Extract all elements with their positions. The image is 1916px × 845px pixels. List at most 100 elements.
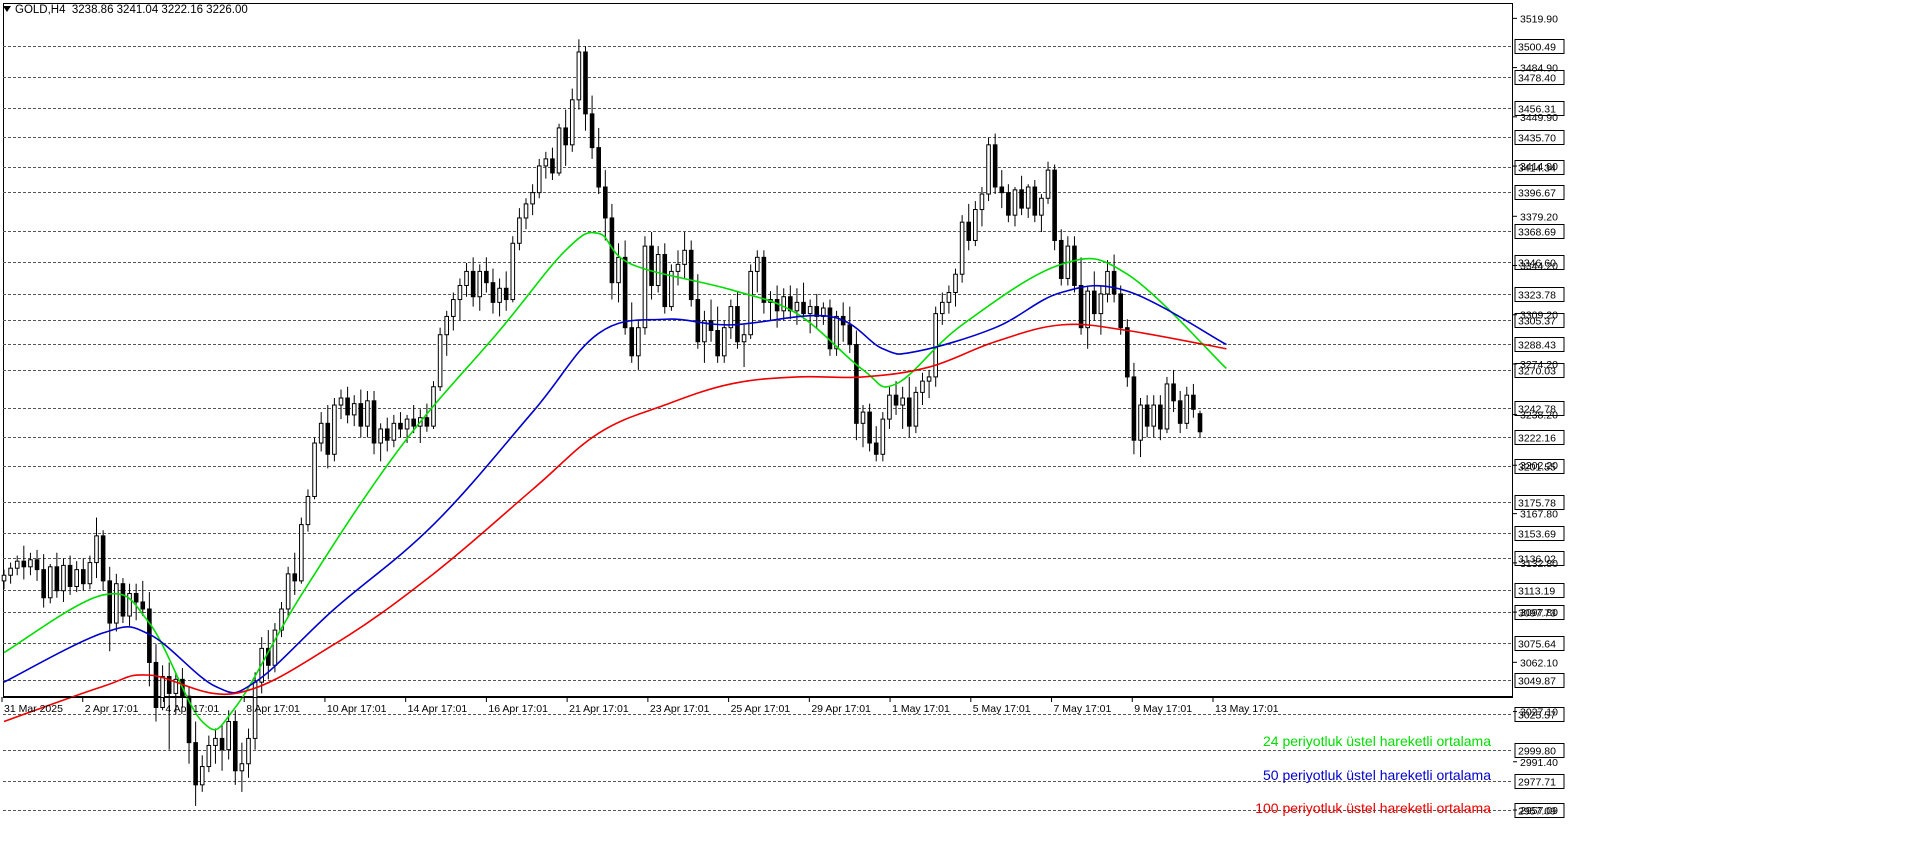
candle[interactable] xyxy=(1039,194,1044,233)
candle[interactable] xyxy=(860,405,866,448)
price-chart[interactable]: 3500.493478.403456.313435.703414.343396.… xyxy=(0,0,1916,840)
candle[interactable] xyxy=(1032,179,1038,223)
candle[interactable] xyxy=(1138,398,1143,458)
candle[interactable] xyxy=(517,208,522,251)
candle[interactable] xyxy=(563,109,568,166)
candle[interactable] xyxy=(1052,164,1057,251)
candle[interactable] xyxy=(199,755,205,792)
candle[interactable] xyxy=(1072,236,1077,293)
candle[interactable] xyxy=(655,246,661,293)
candle[interactable] xyxy=(305,489,311,532)
candle[interactable] xyxy=(1078,257,1084,335)
candle[interactable] xyxy=(708,299,714,342)
candle[interactable] xyxy=(114,573,119,632)
candle[interactable] xyxy=(100,530,106,591)
candle[interactable] xyxy=(966,203,972,251)
candle[interactable] xyxy=(1085,285,1090,349)
candle[interactable] xyxy=(695,274,701,349)
candle[interactable] xyxy=(827,299,833,356)
candle[interactable] xyxy=(464,262,469,297)
candle[interactable] xyxy=(781,288,787,321)
candle[interactable] xyxy=(206,735,212,773)
candle[interactable] xyxy=(821,302,826,325)
candle[interactable] xyxy=(457,278,463,321)
candle[interactable] xyxy=(774,285,780,328)
candle[interactable] xyxy=(840,302,846,342)
candle[interactable] xyxy=(140,580,146,617)
candle[interactable] xyxy=(847,306,853,353)
candle[interactable] xyxy=(953,268,958,307)
candle[interactable] xyxy=(636,320,641,370)
candle[interactable] xyxy=(120,578,126,624)
candle[interactable] xyxy=(1006,184,1011,223)
candle[interactable] xyxy=(34,549,40,581)
candle[interactable] xyxy=(510,236,516,303)
candle[interactable] xyxy=(986,137,991,202)
candle[interactable] xyxy=(1058,229,1064,286)
candle[interactable] xyxy=(1191,383,1196,418)
candles[interactable] xyxy=(1,39,1203,806)
candle[interactable] xyxy=(1197,410,1203,438)
candle[interactable] xyxy=(801,282,806,320)
candle[interactable] xyxy=(160,665,165,711)
candle[interactable] xyxy=(735,291,740,349)
candle[interactable] xyxy=(1019,175,1024,216)
candle[interactable] xyxy=(451,292,456,331)
candle[interactable] xyxy=(682,232,687,279)
candle[interactable] xyxy=(213,728,218,764)
candle[interactable] xyxy=(1,569,7,590)
candle[interactable] xyxy=(1025,184,1031,218)
candle[interactable] xyxy=(490,268,496,314)
candle[interactable] xyxy=(133,583,139,621)
candle[interactable] xyxy=(371,390,377,455)
dropdown-triangle-icon[interactable] xyxy=(3,6,11,12)
candle[interactable] xyxy=(358,389,364,438)
candle[interactable] xyxy=(87,555,93,590)
candle[interactable] xyxy=(232,710,238,785)
candle[interactable] xyxy=(74,561,79,593)
candle[interactable] xyxy=(920,372,925,406)
candle[interactable] xyxy=(477,264,483,311)
candle[interactable] xyxy=(788,285,793,320)
candle[interactable] xyxy=(926,369,932,399)
candle[interactable] xyxy=(398,412,403,438)
candle[interactable] xyxy=(1118,285,1124,335)
candle[interactable] xyxy=(688,240,694,307)
candle[interactable] xyxy=(1045,161,1051,204)
candle[interactable] xyxy=(47,563,53,604)
candle[interactable] xyxy=(973,201,978,247)
candle[interactable] xyxy=(609,203,615,300)
candle[interactable] xyxy=(999,170,1005,209)
candle[interactable] xyxy=(854,330,859,441)
candle[interactable] xyxy=(299,517,304,584)
candle[interactable] xyxy=(94,517,99,579)
candle[interactable] xyxy=(325,405,331,469)
candle[interactable] xyxy=(444,310,450,356)
candle[interactable] xyxy=(669,264,674,311)
candle[interactable] xyxy=(906,376,912,438)
candle[interactable] xyxy=(880,412,886,462)
candle[interactable] xyxy=(543,151,549,179)
candle[interactable] xyxy=(437,327,443,391)
candle[interactable] xyxy=(662,243,668,314)
candle[interactable] xyxy=(285,566,291,617)
candle[interactable] xyxy=(741,324,747,368)
candle[interactable] xyxy=(351,395,357,427)
candle[interactable] xyxy=(748,264,753,339)
candle[interactable] xyxy=(1065,236,1071,286)
candle[interactable] xyxy=(550,147,555,180)
candle[interactable] xyxy=(675,250,681,286)
candle[interactable] xyxy=(28,552,33,576)
candle[interactable] xyxy=(556,123,562,176)
candle[interactable] xyxy=(946,285,952,314)
chart-area[interactable]: 3500.49 3478.40 3456.31 3435.70 3414.34 3396.… xyxy=(0,0,1916,840)
candle[interactable] xyxy=(1164,376,1170,434)
candle[interactable] xyxy=(569,88,575,152)
candle[interactable] xyxy=(728,299,734,339)
candle[interactable] xyxy=(8,562,13,584)
candle[interactable] xyxy=(107,566,113,652)
candle[interactable] xyxy=(583,46,588,131)
candle[interactable] xyxy=(54,552,60,598)
candle[interactable] xyxy=(536,158,542,199)
candle[interactable] xyxy=(768,291,773,321)
